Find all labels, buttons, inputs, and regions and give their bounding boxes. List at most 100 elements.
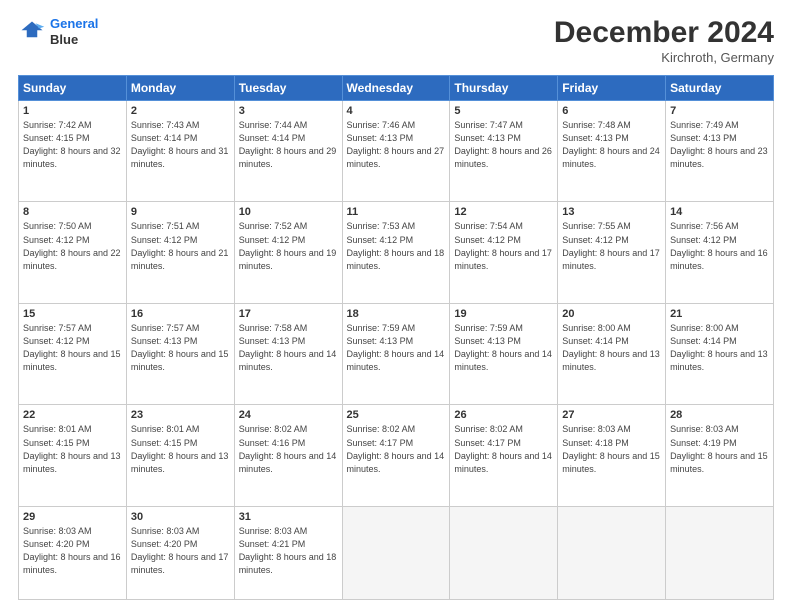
calendar-cell: 12 Sunrise: 7:54 AMSunset: 4:12 PMDaylig… — [450, 202, 558, 303]
logo-icon — [18, 18, 46, 46]
calendar-cell: 16 Sunrise: 7:57 AMSunset: 4:13 PMDaylig… — [126, 303, 234, 404]
calendar-cell: 11 Sunrise: 7:53 AMSunset: 4:12 PMDaylig… — [342, 202, 450, 303]
calendar-cell: 1 Sunrise: 7:42 AMSunset: 4:15 PMDayligh… — [19, 101, 127, 202]
day-info: Sunrise: 8:01 AMSunset: 4:15 PMDaylight:… — [23, 424, 121, 473]
day-info: Sunrise: 8:03 AMSunset: 4:21 PMDaylight:… — [239, 526, 337, 575]
day-number: 8 — [23, 206, 122, 218]
day-info: Sunrise: 7:54 AMSunset: 4:12 PMDaylight:… — [454, 221, 552, 270]
calendar-cell — [558, 506, 666, 599]
day-info: Sunrise: 7:57 AMSunset: 4:13 PMDaylight:… — [131, 323, 229, 372]
day-number: 14 — [670, 206, 769, 218]
day-info: Sunrise: 7:51 AMSunset: 4:12 PMDaylight:… — [131, 221, 229, 270]
day-number: 1 — [23, 105, 122, 117]
day-info: Sunrise: 8:02 AMSunset: 4:16 PMDaylight:… — [239, 424, 337, 473]
weekday-header-tuesday: Tuesday — [234, 76, 342, 101]
day-number: 9 — [131, 206, 230, 218]
day-info: Sunrise: 8:01 AMSunset: 4:15 PMDaylight:… — [131, 424, 229, 473]
calendar-cell: 24 Sunrise: 8:02 AMSunset: 4:16 PMDaylig… — [234, 405, 342, 506]
calendar-cell: 5 Sunrise: 7:47 AMSunset: 4:13 PMDayligh… — [450, 101, 558, 202]
day-number: 6 — [562, 105, 661, 117]
calendar-cell: 25 Sunrise: 8:02 AMSunset: 4:17 PMDaylig… — [342, 405, 450, 506]
day-number: 17 — [239, 308, 338, 320]
day-number: 24 — [239, 409, 338, 421]
day-number: 22 — [23, 409, 122, 421]
weekday-header-monday: Monday — [126, 76, 234, 101]
day-info: Sunrise: 7:49 AMSunset: 4:13 PMDaylight:… — [670, 120, 768, 169]
day-info: Sunrise: 7:46 AMSunset: 4:13 PMDaylight:… — [347, 120, 445, 169]
day-number: 29 — [23, 511, 122, 523]
calendar-cell — [666, 506, 774, 599]
day-number: 25 — [347, 409, 446, 421]
calendar-cell: 17 Sunrise: 7:58 AMSunset: 4:13 PMDaylig… — [234, 303, 342, 404]
day-number: 19 — [454, 308, 553, 320]
day-number: 20 — [562, 308, 661, 320]
day-number: 12 — [454, 206, 553, 218]
day-info: Sunrise: 8:03 AMSunset: 4:20 PMDaylight:… — [131, 526, 229, 575]
calendar-cell: 4 Sunrise: 7:46 AMSunset: 4:13 PMDayligh… — [342, 101, 450, 202]
calendar-cell: 18 Sunrise: 7:59 AMSunset: 4:13 PMDaylig… — [342, 303, 450, 404]
calendar-cell: 23 Sunrise: 8:01 AMSunset: 4:15 PMDaylig… — [126, 405, 234, 506]
calendar-cell: 21 Sunrise: 8:00 AMSunset: 4:14 PMDaylig… — [666, 303, 774, 404]
logo: General Blue — [18, 16, 98, 47]
day-info: Sunrise: 7:47 AMSunset: 4:13 PMDaylight:… — [454, 120, 552, 169]
location: Kirchroth, Germany — [554, 50, 774, 65]
day-info: Sunrise: 8:00 AMSunset: 4:14 PMDaylight:… — [670, 323, 768, 372]
header: General Blue December 2024 Kirchroth, Ge… — [18, 16, 774, 65]
weekday-header-sunday: Sunday — [19, 76, 127, 101]
calendar-cell: 28 Sunrise: 8:03 AMSunset: 4:19 PMDaylig… — [666, 405, 774, 506]
day-number: 4 — [347, 105, 446, 117]
calendar-cell — [342, 506, 450, 599]
month-title: December 2024 — [554, 16, 774, 50]
weekday-header-wednesday: Wednesday — [342, 76, 450, 101]
day-info: Sunrise: 7:48 AMSunset: 4:13 PMDaylight:… — [562, 120, 660, 169]
day-number: 31 — [239, 511, 338, 523]
calendar-cell: 2 Sunrise: 7:43 AMSunset: 4:14 PMDayligh… — [126, 101, 234, 202]
weekday-header-thursday: Thursday — [450, 76, 558, 101]
day-number: 15 — [23, 308, 122, 320]
calendar-cell: 9 Sunrise: 7:51 AMSunset: 4:12 PMDayligh… — [126, 202, 234, 303]
day-info: Sunrise: 8:02 AMSunset: 4:17 PMDaylight:… — [347, 424, 445, 473]
day-info: Sunrise: 8:00 AMSunset: 4:14 PMDaylight:… — [562, 323, 660, 372]
day-number: 3 — [239, 105, 338, 117]
day-number: 18 — [347, 308, 446, 320]
calendar-cell: 26 Sunrise: 8:02 AMSunset: 4:17 PMDaylig… — [450, 405, 558, 506]
calendar-cell — [450, 506, 558, 599]
day-number: 2 — [131, 105, 230, 117]
calendar-cell: 6 Sunrise: 7:48 AMSunset: 4:13 PMDayligh… — [558, 101, 666, 202]
day-info: Sunrise: 8:03 AMSunset: 4:18 PMDaylight:… — [562, 424, 660, 473]
day-info: Sunrise: 7:50 AMSunset: 4:12 PMDaylight:… — [23, 221, 121, 270]
day-number: 30 — [131, 511, 230, 523]
day-number: 7 — [670, 105, 769, 117]
weekday-header-friday: Friday — [558, 76, 666, 101]
weekday-header-saturday: Saturday — [666, 76, 774, 101]
day-number: 11 — [347, 206, 446, 218]
day-info: Sunrise: 8:03 AMSunset: 4:20 PMDaylight:… — [23, 526, 121, 575]
calendar-table: SundayMondayTuesdayWednesdayThursdayFrid… — [18, 75, 774, 600]
calendar-cell: 22 Sunrise: 8:01 AMSunset: 4:15 PMDaylig… — [19, 405, 127, 506]
calendar-cell: 8 Sunrise: 7:50 AMSunset: 4:12 PMDayligh… — [19, 202, 127, 303]
day-info: Sunrise: 7:56 AMSunset: 4:12 PMDaylight:… — [670, 221, 768, 270]
day-info: Sunrise: 7:52 AMSunset: 4:12 PMDaylight:… — [239, 221, 337, 270]
day-number: 10 — [239, 206, 338, 218]
day-number: 16 — [131, 308, 230, 320]
calendar-cell: 14 Sunrise: 7:56 AMSunset: 4:12 PMDaylig… — [666, 202, 774, 303]
day-number: 23 — [131, 409, 230, 421]
day-info: Sunrise: 7:44 AMSunset: 4:14 PMDaylight:… — [239, 120, 337, 169]
day-info: Sunrise: 7:55 AMSunset: 4:12 PMDaylight:… — [562, 221, 660, 270]
day-number: 28 — [670, 409, 769, 421]
page: General Blue December 2024 Kirchroth, Ge… — [0, 0, 792, 612]
day-info: Sunrise: 8:02 AMSunset: 4:17 PMDaylight:… — [454, 424, 552, 473]
calendar-cell: 29 Sunrise: 8:03 AMSunset: 4:20 PMDaylig… — [19, 506, 127, 599]
day-info: Sunrise: 7:53 AMSunset: 4:12 PMDaylight:… — [347, 221, 445, 270]
day-number: 27 — [562, 409, 661, 421]
logo-text: General Blue — [50, 16, 98, 47]
calendar-cell: 7 Sunrise: 7:49 AMSunset: 4:13 PMDayligh… — [666, 101, 774, 202]
day-info: Sunrise: 7:58 AMSunset: 4:13 PMDaylight:… — [239, 323, 337, 372]
title-block: December 2024 Kirchroth, Germany — [554, 16, 774, 65]
day-number: 26 — [454, 409, 553, 421]
calendar-cell: 27 Sunrise: 8:03 AMSunset: 4:18 PMDaylig… — [558, 405, 666, 506]
day-info: Sunrise: 7:59 AMSunset: 4:13 PMDaylight:… — [454, 323, 552, 372]
calendar-cell: 20 Sunrise: 8:00 AMSunset: 4:14 PMDaylig… — [558, 303, 666, 404]
calendar-cell: 19 Sunrise: 7:59 AMSunset: 4:13 PMDaylig… — [450, 303, 558, 404]
calendar-cell: 3 Sunrise: 7:44 AMSunset: 4:14 PMDayligh… — [234, 101, 342, 202]
